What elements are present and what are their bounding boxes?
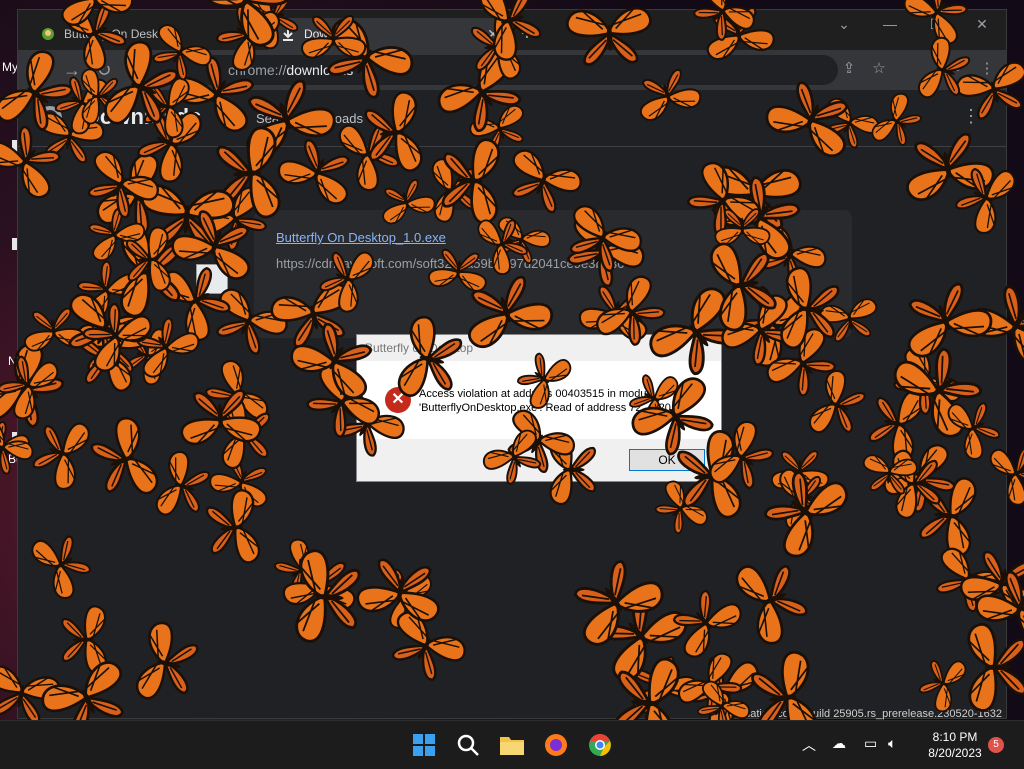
error-x-icon: ✕ — [385, 387, 411, 413]
browser-toolbar: ← → ↻ chrome://downloads ⇪ ☆ ● ⋮ — [18, 50, 1006, 90]
butterfly-favicon-icon — [40, 26, 56, 42]
error-message-line: 'ButterflyOnDesktop.exe'. Read of addres… — [419, 402, 671, 414]
url-host: downloads — [286, 62, 354, 78]
windows-taskbar: ︿ ☁ ▭ 🔈︎ 8:10 PM 8/20/2023 5 — [0, 720, 1024, 769]
tab-butterfly-on-desktop[interactable]: Butterfly On Desktop ✕ — [28, 18, 264, 50]
tab-downloads[interactable]: Downloads ✕ — [268, 18, 504, 50]
tab-title: Downloads — [304, 27, 364, 41]
tab-title: Butterfly On Desktop — [64, 27, 175, 41]
volume-icon[interactable]: 🔈︎ — [888, 735, 896, 752]
search-icon[interactable] — [452, 729, 484, 761]
error-message-line: Access violation at address 00403515 in … — [419, 388, 656, 400]
share-icon[interactable]: ⇪ — [838, 59, 860, 81]
tab-strip: Butterfly On Desktop ✕ Downloads ✕ + ⌄ —… — [18, 10, 1006, 50]
download-icon — [280, 26, 296, 42]
network-icon[interactable]: ▭ — [864, 735, 877, 752]
new-tab-button[interactable]: + — [516, 24, 538, 46]
clock-date: 8/20/2023 — [928, 746, 982, 760]
dialog-body: ✕ Access violation at address 00403515 i… — [357, 361, 721, 439]
desktop-icon-label[interactable]: My — [2, 60, 18, 74]
chrome-logo-icon — [38, 106, 62, 130]
onedrive-icon[interactable]: ☁ — [832, 735, 846, 752]
file-icon — [196, 264, 228, 294]
notification-badge[interactable]: 5 — [988, 737, 1004, 753]
back-arrow-icon[interactable]: ← — [28, 58, 52, 82]
address-bar[interactable]: chrome://downloads — [138, 55, 838, 85]
file-explorer-icon[interactable] — [496, 729, 528, 761]
maximize-button[interactable]: ☐ — [924, 16, 948, 36]
close-tab-icon[interactable]: ✕ — [482, 26, 504, 43]
error-message: Access violation at address 00403515 in … — [419, 387, 709, 415]
downloads-header: Downloads ⋮ — [18, 90, 1006, 147]
search-downloads-input[interactable] — [254, 106, 678, 130]
page-title: Downloads — [84, 104, 202, 129]
evaluation-watermark: Evaluation copy. Build 25905.rs_prerelea… — [722, 708, 1002, 720]
menu-kebab-icon[interactable]: ⋮ — [976, 59, 998, 81]
firefox-icon[interactable] — [540, 729, 572, 761]
forward-arrow-icon[interactable]: → — [60, 58, 84, 82]
chevron-up-icon[interactable]: ︿ — [802, 735, 816, 755]
search-icon[interactable] — [222, 108, 236, 122]
windows-start-icon[interactable] — [408, 729, 440, 761]
bookmark-star-icon[interactable]: ☆ — [868, 59, 890, 81]
url-scheme: chrome:// — [228, 62, 287, 78]
reload-icon[interactable]: ↻ — [92, 58, 116, 82]
close-window-button[interactable]: ✕ — [970, 16, 994, 36]
close-tab-icon[interactable]: ✕ — [242, 26, 264, 43]
clock-time: 8:10 PM — [932, 730, 978, 744]
desktop-icon-label[interactable]: N — [8, 354, 17, 368]
download-item-card: Butterfly On Desktop_1.0.exe https://cdn… — [196, 210, 852, 338]
taskbar-clock[interactable]: 8:10 PM 8/20/2023 — [922, 729, 988, 761]
download-filename-link[interactable]: Butterfly On Desktop_1.0.exe — [276, 230, 446, 245]
chrome-icon[interactable] — [584, 729, 616, 761]
error-dialog: Butterfly on Desktop ✕ Access violation … — [356, 334, 722, 482]
tab-search-icon[interactable]: ⌄ — [832, 16, 856, 36]
minimize-button[interactable]: — — [878, 16, 902, 36]
download-source-url[interactable]: https://cdn.lavasoft.com/soft32/...a59b7… — [276, 256, 624, 271]
more-options-icon[interactable]: ⋮ — [962, 106, 980, 127]
profile-icon[interactable]: ● — [946, 59, 968, 81]
ok-button[interactable]: OK — [629, 449, 705, 471]
dialog-title: Butterfly on Desktop — [365, 341, 474, 355]
